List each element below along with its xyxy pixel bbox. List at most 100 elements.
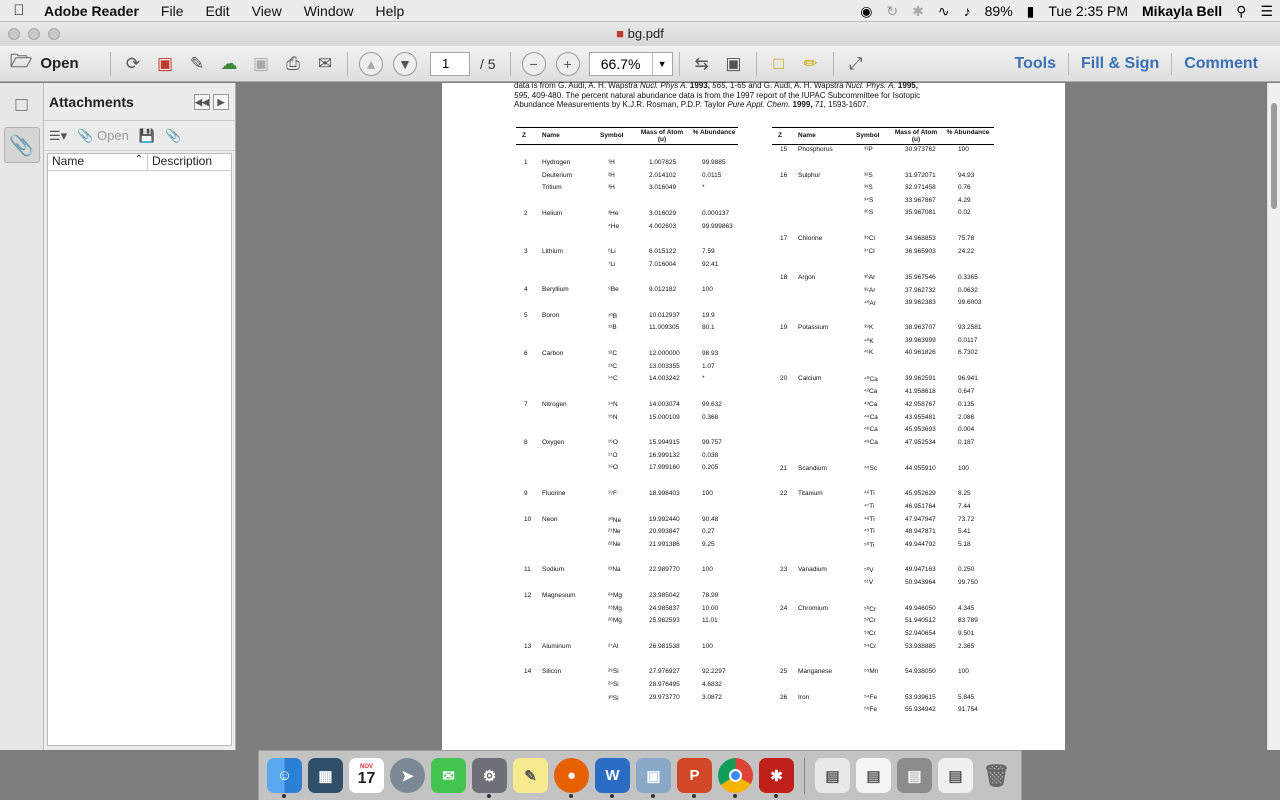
battery-percent[interactable]: 89% — [978, 3, 1020, 19]
fill-sign-link[interactable]: Fill & Sign — [1069, 55, 1171, 73]
menu-help[interactable]: Help — [365, 3, 416, 19]
menu-file[interactable]: File — [150, 3, 195, 19]
chrome-icon[interactable] — [718, 758, 753, 798]
cell-abundance: 3.0872 — [702, 694, 722, 701]
fit-page-icon[interactable]: ▣ — [721, 51, 747, 77]
previous-page-button[interactable]: ▲ — [359, 51, 383, 76]
apple-icon[interactable]:  — [0, 2, 38, 19]
adobe-status-icon[interactable]: ◉ — [853, 3, 879, 20]
highlight-text-icon[interactable]: ✏ — [798, 51, 824, 77]
cell-abundance: 0.02 — [958, 209, 971, 216]
acrobat-icon[interactable]: ✱ — [759, 758, 794, 798]
documents-stack-icon[interactable]: ▤ — [815, 758, 850, 793]
column-name[interactable]: Name ⌃ — [48, 154, 148, 170]
cell-abundance: 0.0115 — [702, 172, 722, 179]
launchpad-icon[interactable]: ➤ — [390, 758, 425, 793]
cell-mass: 55.934942 — [905, 706, 936, 713]
volume: 71 — [814, 100, 824, 109]
page-number-input[interactable]: 1 — [430, 51, 470, 76]
wifi-icon[interactable]: ∿ — [931, 3, 957, 20]
page-thumbnails-icon[interactable]: □ — [4, 87, 40, 123]
panel-options-icon[interactable]: ▶ — [213, 94, 229, 110]
time-machine-icon[interactable]: ↻ — [879, 3, 905, 20]
bluetooth-icon[interactable]: ✱ — [905, 3, 931, 20]
tools-link[interactable]: Tools — [1003, 55, 1068, 73]
create-pdf-icon[interactable]: ⟳ — [120, 51, 146, 77]
edit-pdf-icon[interactable]: ✎ — [184, 51, 210, 77]
fit-width-icon[interactable]: ⇆ — [689, 51, 715, 77]
next-page-button[interactable]: ▼ — [393, 51, 417, 76]
options-menu-icon[interactable]: ☰▾ — [49, 128, 67, 144]
system-preferences-icon[interactable]: ⚙ — [472, 758, 507, 798]
firefox-icon[interactable]: ● — [554, 758, 589, 798]
save-attachment-icon[interactable]: 💾 — [139, 128, 155, 144]
comment-link[interactable]: Comment — [1172, 55, 1270, 73]
finder-icon[interactable]: ☺ — [267, 758, 302, 798]
preview-icon[interactable]: ▣ — [636, 758, 671, 798]
menu-view[interactable]: View — [241, 3, 293, 19]
screenshots-stack-icon[interactable]: ▤ — [938, 758, 973, 793]
intro-line-1: data is from G. Audi, A. H. Wapstra Nucl… — [514, 81, 1074, 91]
zoom-select[interactable]: 66.7% ▼ — [588, 51, 673, 76]
cell-mass: 35.967546 — [905, 274, 936, 281]
trash-icon[interactable]: 🗑 — [979, 758, 1014, 793]
menu-app-name[interactable]: Adobe Reader — [38, 3, 150, 19]
zoom-out-button[interactable]: − — [521, 51, 546, 76]
battery-icon[interactable]: ▮ — [1020, 3, 1042, 20]
print-icon[interactable]: ⎙ — [280, 51, 306, 77]
open-attachment-button[interactable]: 📎 Open — [77, 128, 129, 144]
menu-window[interactable]: Window — [293, 3, 365, 19]
minimize-window-button[interactable] — [28, 28, 40, 40]
applications-stack-icon[interactable]: ▤ — [897, 758, 932, 793]
table-row: 24 Chromium ⁵⁰Cr 49.946050 4.345 — [772, 605, 994, 617]
cell-mass: 54.938050 — [905, 668, 936, 675]
zoom-in-button[interactable]: + — [555, 51, 580, 76]
close-window-button[interactable] — [8, 28, 20, 40]
table-row: ⁴⁰K 39.963999 0.0117 — [772, 337, 994, 349]
email-icon[interactable]: ✉ — [312, 51, 338, 77]
attachments-paperclip-icon[interactable]: 📎 — [3, 127, 40, 163]
column-description[interactable]: Description — [148, 154, 212, 170]
intro-text: data is from G. Audi, A. H. Wapstra — [514, 81, 640, 90]
cell-symbol: ⁵⁶Fe — [864, 706, 877, 713]
downloads-stack-icon[interactable]: ▤ — [856, 758, 891, 793]
cell-symbol: ⁵⁴Fe — [864, 694, 878, 701]
cell-symbol: ¹⁸O — [608, 464, 618, 471]
cell-abundance: 99.750 — [958, 579, 978, 586]
stickies-icon[interactable]: ✎ — [513, 758, 548, 793]
save-icon[interactable]: ▣ — [248, 51, 274, 77]
add-attachment-icon[interactable]: 📎 — [165, 128, 181, 144]
cell-mass: 19.992440 — [649, 516, 680, 523]
cell-symbol: ⁴⁸Ti — [864, 516, 875, 523]
cell-symbol: ⁴⁶Ca — [864, 426, 878, 433]
volume-icon[interactable]: ♪ — [957, 3, 978, 19]
chevron-down-icon[interactable]: ▼ — [651, 52, 672, 75]
vertical-scrollbar[interactable] — [1267, 83, 1280, 750]
export-pdf-icon[interactable]: ▣ — [152, 51, 178, 77]
open-attachment-label: Open — [97, 127, 129, 143]
messages-icon[interactable]: ✉ — [431, 758, 466, 793]
document-viewer[interactable]: data is from G. Audi, A. H. Wapstra Nucl… — [236, 81, 1267, 750]
menu-edit[interactable]: Edit — [194, 3, 240, 19]
scrollbar-thumb[interactable] — [1271, 103, 1277, 209]
sticky-note-icon[interactable]: □ — [766, 51, 792, 77]
collapse-panel-icon[interactable]: ◀◀ — [194, 94, 210, 110]
zoom-value: 66.7% — [600, 55, 641, 72]
zoom-window-button[interactable] — [48, 28, 60, 40]
notification-center-icon[interactable]: ☰ — [1253, 3, 1280, 20]
dashboard-icon[interactable]: ▦ — [308, 758, 343, 793]
powerpoint-icon[interactable]: P — [677, 758, 712, 798]
spotlight-icon[interactable]: ⚲ — [1229, 3, 1253, 20]
full-screen-icon[interactable]: ⤢ — [843, 51, 869, 77]
clock[interactable]: Tue 2:35 PM — [1041, 3, 1135, 19]
calendar-icon[interactable]: NOV 17 — [349, 758, 384, 793]
upload-cloud-icon[interactable]: ☁ — [216, 51, 242, 77]
table-row: 25 Manganese ⁵⁵Mn 54.938050 100 — [772, 668, 994, 680]
cell-mass: 53.938885 — [905, 643, 936, 650]
table-row: ²¹Ne 20.993847 0.27 — [516, 528, 738, 540]
word-icon[interactable]: W — [595, 758, 630, 798]
cell-symbol: ⁴⁰Ar — [864, 300, 876, 307]
attachments-list[interactable]: Name ⌃ Description — [47, 153, 232, 746]
user-name[interactable]: Mikayla Bell — [1135, 3, 1229, 19]
open-button[interactable]: 🗁 Open — [0, 49, 104, 79]
